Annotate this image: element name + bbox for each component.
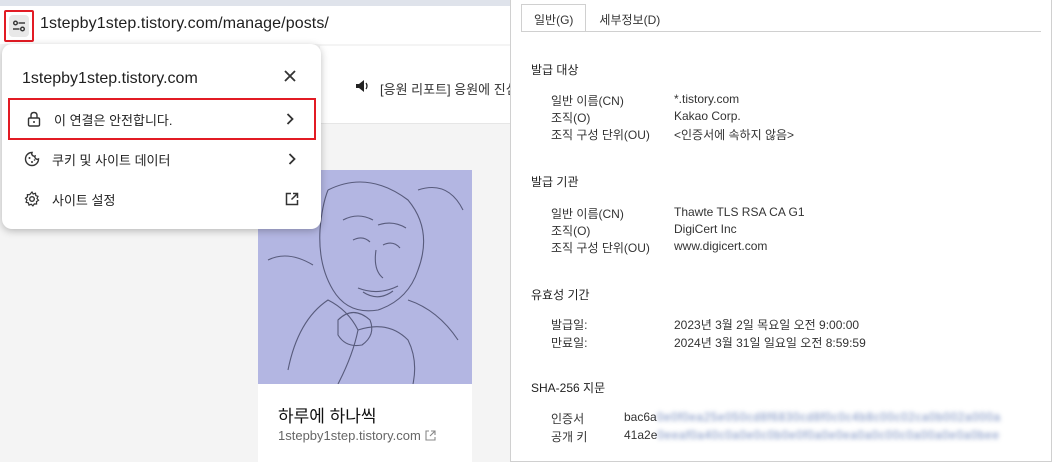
- issued-date-value: 2023년 3월 2일 목요일 오전 9:00:00: [674, 318, 860, 332]
- issued-by-heading: 발급 기관: [531, 175, 579, 189]
- issued-by-ou-label: 조직 구성 단위(OU): [551, 241, 650, 255]
- cookies-site-data-label: 쿠키 및 사이트 데이터: [52, 152, 171, 168]
- site-settings-item[interactable]: 사이트 설정: [8, 179, 316, 219]
- cert-tabs: 일반(G) 세부정보(D): [521, 4, 673, 32]
- cookie-icon: [22, 149, 42, 169]
- post-link[interactable]: 1stepby1step.tistory.com: [278, 428, 436, 443]
- tab-divider: [521, 31, 1041, 32]
- lock-icon: [24, 109, 44, 129]
- cert-fingerprint-value: bac6a0e0f0ea25e050cd8f6830cd8f0c0c4b8c00…: [624, 410, 1001, 424]
- issued-by-o-value: DigiCert Inc: [674, 222, 737, 236]
- cert-fingerprint-label: 인증서: [551, 412, 585, 426]
- issued-to-o-value: Kakao Corp.: [674, 109, 741, 123]
- issued-to-heading: 발급 대상: [531, 63, 579, 77]
- issued-by-cn-label: 일반 이름(CN): [551, 207, 624, 221]
- issued-by-cn-value: Thawte TLS RSA CA G1: [674, 205, 805, 219]
- certificate-viewer: 일반(G) 세부정보(D) 발급 대상 일반 이름(CN) *.tistory.…: [510, 0, 1052, 462]
- issued-by-o-label: 조직(O): [551, 224, 591, 238]
- browser-window: 1stepby1step.tistory.com/manage/posts/ […: [0, 0, 518, 462]
- site-info-popup: 1stepby1step.tistory.com 이 연결은 안전합니다. 쿠키…: [2, 44, 321, 229]
- notice-text[interactable]: [응원 리포트] 응원에 진심: [380, 79, 518, 98]
- expires-date-label: 만료일:: [551, 336, 588, 350]
- cert-fingerprint-visible: bac6a: [624, 410, 657, 424]
- external-link-icon: [425, 430, 436, 441]
- open-in-new-icon: [282, 189, 302, 209]
- issued-to-cn-value: *.tistory.com: [674, 92, 740, 106]
- close-button[interactable]: [280, 66, 300, 86]
- issued-to-ou-label: 조직 구성 단위(OU): [551, 128, 650, 142]
- post-title[interactable]: 하루에 하나씩: [278, 402, 377, 427]
- chevron-right-icon: [282, 149, 302, 169]
- site-info-button[interactable]: [4, 10, 34, 42]
- chevron-right-icon: [280, 109, 300, 129]
- issued-to-o-label: 조직(O): [551, 111, 591, 125]
- speaker-icon: [356, 80, 368, 92]
- tab-details[interactable]: 세부정보(D): [586, 4, 673, 32]
- issued-to-cn-label: 일반 이름(CN): [551, 94, 624, 108]
- issued-by-ou-value: www.digicert.com: [674, 239, 768, 253]
- redacted-text: 0e0f0ea25e050cd8f6830cd8f0c0c4b8c00c02ca…: [656, 410, 1001, 424]
- public-key-value: 41a2e0eeaf0a40c0a0e0c0b0e0f0a0e0ea0a0c00…: [624, 428, 1000, 442]
- expires-date-value: 2024년 3월 31일 일요일 오전 8:59:59: [674, 336, 866, 350]
- issued-to-ou-value: <인증서에 속하지 않음>: [674, 128, 795, 142]
- close-icon: [284, 70, 296, 82]
- connection-secure-item[interactable]: 이 연결은 안전합니다.: [8, 98, 316, 140]
- cookies-site-data-item[interactable]: 쿠키 및 사이트 데이터: [8, 139, 316, 179]
- public-key-label: 공개 키: [551, 430, 588, 444]
- gear-icon: [22, 189, 42, 209]
- issued-date-label: 발급일:: [551, 318, 588, 332]
- post-link-text[interactable]: 1stepby1step.tistory.com: [278, 428, 421, 443]
- tab-general[interactable]: 일반(G): [521, 4, 587, 32]
- site-settings-label: 사이트 설정: [52, 192, 116, 208]
- url-text[interactable]: 1stepby1step.tistory.com/manage/posts/: [40, 15, 329, 33]
- popup-site-title: 1stepby1step.tistory.com: [22, 70, 198, 87]
- sha256-heading: SHA-256 지문: [531, 381, 606, 395]
- validity-heading: 유효성 기간: [531, 288, 590, 302]
- tune-icon: [13, 20, 25, 32]
- redacted-text: 0eeaf0a40c0a0e0c0b0e0f0a0e0ea0a0c00c0a00…: [657, 428, 1000, 442]
- public-key-visible: 41a2e: [624, 428, 658, 442]
- connection-secure-label: 이 연결은 안전합니다.: [54, 112, 173, 128]
